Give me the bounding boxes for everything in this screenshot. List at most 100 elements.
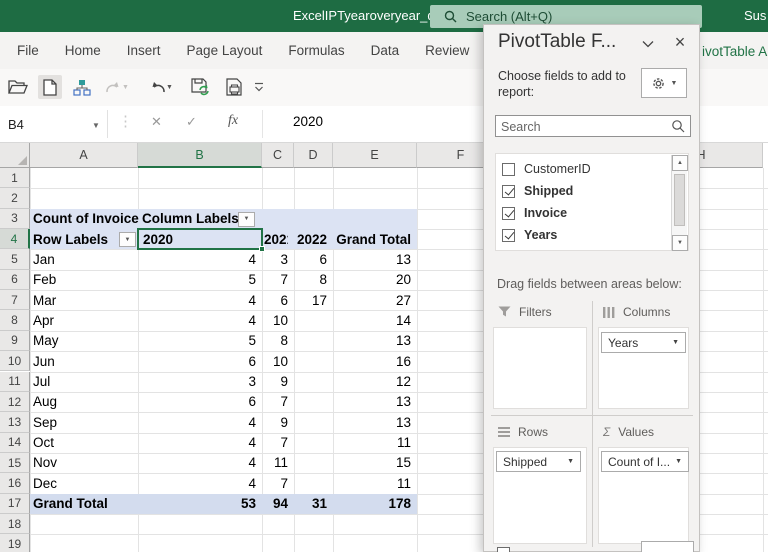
tools-button[interactable]: ▼ bbox=[641, 68, 687, 98]
scroll-down-icon[interactable]: ▼ bbox=[672, 235, 688, 251]
rows-field-shipped[interactable]: Shipped▼ bbox=[496, 451, 581, 472]
grid-cell[interactable]: 20 bbox=[335, 272, 411, 287]
grid-cell[interactable]: 31 bbox=[296, 496, 327, 511]
grid-cell[interactable]: 2022 bbox=[296, 232, 327, 247]
grid-cell[interactable]: 4 bbox=[140, 313, 256, 328]
grid-cell[interactable]: 5 bbox=[140, 333, 256, 348]
grid-cell[interactable]: Grand Total bbox=[335, 232, 411, 247]
row-header-6[interactable]: 6 bbox=[0, 270, 30, 290]
field-item-customerid[interactable]: CustomerID bbox=[502, 158, 591, 180]
grid-cell[interactable]: 14 bbox=[335, 313, 411, 328]
row-header-18[interactable]: 18 bbox=[0, 514, 30, 534]
row-header-15[interactable]: 15 bbox=[0, 453, 30, 473]
grid-cell[interactable]: 10 bbox=[264, 313, 288, 328]
grid-cell[interactable]: 13 bbox=[335, 333, 411, 348]
insert-function-icon[interactable]: fx bbox=[228, 113, 238, 129]
print-preview-icon[interactable] bbox=[222, 75, 246, 99]
ribbon-tab-file[interactable]: File bbox=[17, 43, 39, 58]
column-header-e[interactable]: E bbox=[333, 143, 417, 168]
hierarchy-icon[interactable] bbox=[70, 75, 94, 99]
grid-cell[interactable]: 16 bbox=[335, 354, 411, 369]
grid-cell[interactable]: 11 bbox=[335, 435, 411, 450]
customize-toolbar-icon[interactable] bbox=[250, 75, 268, 99]
grid-cell[interactable]: 7 bbox=[264, 272, 288, 287]
grid-cell[interactable]: 3 bbox=[264, 252, 288, 267]
field-checkbox-invoice[interactable] bbox=[502, 207, 515, 220]
grid-cell-column-labels[interactable]: Column Labels bbox=[142, 211, 239, 226]
grid-cell[interactable]: 6 bbox=[140, 394, 256, 409]
scrollbar-thumb[interactable] bbox=[674, 174, 685, 226]
grid-cell[interactable]: 11 bbox=[264, 455, 288, 470]
row-header-5[interactable]: 5 bbox=[0, 249, 30, 269]
pane-close-icon[interactable]: × bbox=[668, 30, 692, 54]
grid-cell[interactable]: 7 bbox=[264, 476, 288, 491]
fill-handle[interactable] bbox=[259, 246, 265, 252]
field-checkbox-shipped[interactable] bbox=[502, 185, 515, 198]
pivottable-analyze-tab-clipped[interactable]: ivotTable An bbox=[702, 44, 768, 59]
pane-collapse-icon[interactable] bbox=[636, 33, 660, 55]
column-labels-filter-icon[interactable]: ▼ bbox=[238, 212, 255, 227]
field-checkbox-years[interactable] bbox=[502, 229, 515, 242]
field-list-scrollbar[interactable]: ▲ ▼ bbox=[671, 155, 687, 251]
grid-cell[interactable]: 6 bbox=[296, 252, 327, 267]
row-header-4[interactable]: 4 bbox=[0, 229, 30, 249]
grid-cell[interactable]: 8 bbox=[264, 333, 288, 348]
column-header-c[interactable]: C bbox=[262, 143, 294, 168]
new-file-icon[interactable] bbox=[38, 75, 62, 99]
row-header-3[interactable]: 3 bbox=[0, 209, 30, 229]
row-header-1[interactable]: 1 bbox=[0, 168, 30, 188]
ribbon-tab-page-layout[interactable]: Page Layout bbox=[187, 43, 263, 58]
user-account-label[interactable]: Sus bbox=[744, 8, 766, 23]
grid-cell[interactable]: 12 bbox=[335, 374, 411, 389]
select-all-corner[interactable] bbox=[0, 143, 30, 168]
column-header-d[interactable]: D bbox=[294, 143, 333, 168]
ribbon-tab-home[interactable]: Home bbox=[65, 43, 101, 58]
field-item-years[interactable]: Years bbox=[502, 224, 557, 246]
row-header-17[interactable]: 17 bbox=[0, 494, 30, 514]
row-header-12[interactable]: 12 bbox=[0, 392, 30, 412]
fields-search-input[interactable]: Search bbox=[495, 115, 691, 137]
grid-cell[interactable]: 6 bbox=[264, 293, 288, 308]
name-box[interactable]: B4 ▼ bbox=[0, 110, 108, 138]
grid-cell[interactable]: 15 bbox=[335, 455, 411, 470]
ribbon-tab-data[interactable]: Data bbox=[371, 43, 400, 58]
grid-cell[interactable]: 13 bbox=[335, 252, 411, 267]
grid-cell[interactable]: 4 bbox=[140, 252, 256, 267]
grid-cell[interactable]: 7 bbox=[264, 435, 288, 450]
grid-cell[interactable]: 2021 bbox=[264, 232, 288, 247]
row-header-10[interactable]: 10 bbox=[0, 351, 30, 371]
grid-cell[interactable]: 7 bbox=[264, 394, 288, 409]
ribbon-tab-insert[interactable]: Insert bbox=[127, 43, 161, 58]
filters-area-box[interactable] bbox=[493, 327, 587, 409]
field-item-shipped[interactable]: Shipped bbox=[502, 180, 573, 202]
grid-cell[interactable]: 178 bbox=[335, 496, 411, 511]
enter-entry-icon[interactable]: ✓ bbox=[186, 114, 197, 130]
field-checkbox-customerid[interactable] bbox=[502, 163, 515, 176]
row-header-16[interactable]: 16 bbox=[0, 473, 30, 493]
row-header-11[interactable]: 11 bbox=[0, 372, 30, 392]
ribbon-tab-review[interactable]: Review bbox=[425, 43, 469, 58]
grid-cell[interactable]: 5 bbox=[140, 272, 256, 287]
grid-cell[interactable]: 11 bbox=[335, 476, 411, 491]
grid-cell[interactable]: 8 bbox=[296, 272, 327, 287]
formula-bar-value[interactable]: 2020 bbox=[293, 114, 323, 129]
values-field-count-of-invoice[interactable]: Count of I...▼ bbox=[601, 451, 689, 472]
grid-cell[interactable]: 94 bbox=[264, 496, 288, 511]
grid-cell[interactable]: 27 bbox=[335, 293, 411, 308]
row-header-19[interactable]: 19 bbox=[0, 534, 30, 552]
grid-cell[interactable]: 9 bbox=[264, 374, 288, 389]
grid-cell[interactable]: 17 bbox=[296, 293, 327, 308]
defer-layout-checkbox[interactable] bbox=[497, 547, 510, 552]
grid-cell[interactable]: 6 bbox=[140, 354, 256, 369]
name-box-dropdown-icon[interactable]: ▼ bbox=[92, 121, 100, 130]
row-header-14[interactable]: 14 bbox=[0, 433, 30, 453]
cancel-entry-icon[interactable]: ✕ bbox=[151, 114, 162, 130]
grid-cell[interactable]: 4 bbox=[140, 435, 256, 450]
ribbon-tab-formulas[interactable]: Formulas bbox=[288, 43, 344, 58]
row-header-8[interactable]: 8 bbox=[0, 310, 30, 330]
grid-cell[interactable]: 4 bbox=[140, 455, 256, 470]
update-button[interactable] bbox=[641, 541, 694, 552]
column-header-a[interactable]: A bbox=[30, 143, 138, 168]
grid-cell[interactable]: 4 bbox=[140, 476, 256, 491]
grid-cell[interactable]: 10 bbox=[264, 354, 288, 369]
